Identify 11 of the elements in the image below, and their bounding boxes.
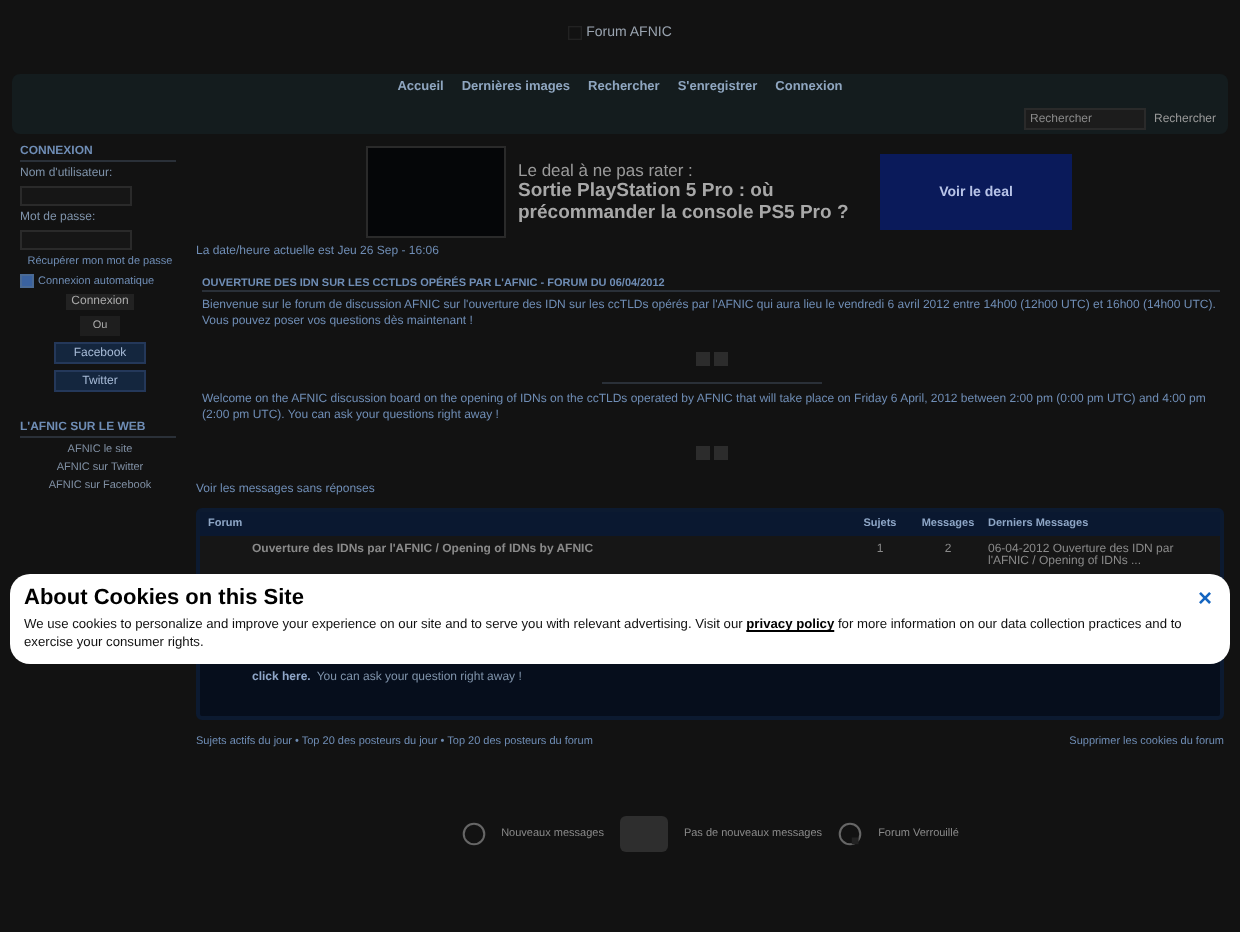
deal-headline: Sortie PlayStation 5 Pro : où précommander la console PS5 Pro ? [518,179,851,225]
image-placeholder [619,815,668,852]
locked-forum-icon [838,821,863,846]
deal-kicker: Le deal à ne pas rater : [518,159,695,180]
password-field[interactable] [20,230,132,250]
new-messages-icon [461,821,486,846]
auto-login-checkbox[interactable] [20,274,34,288]
console-photo-placeholder [366,146,506,238]
close-button[interactable]: × [1193,586,1216,610]
cookie-banner-title: About Cookies on this Site [24,586,304,610]
username-field[interactable] [20,186,132,206]
